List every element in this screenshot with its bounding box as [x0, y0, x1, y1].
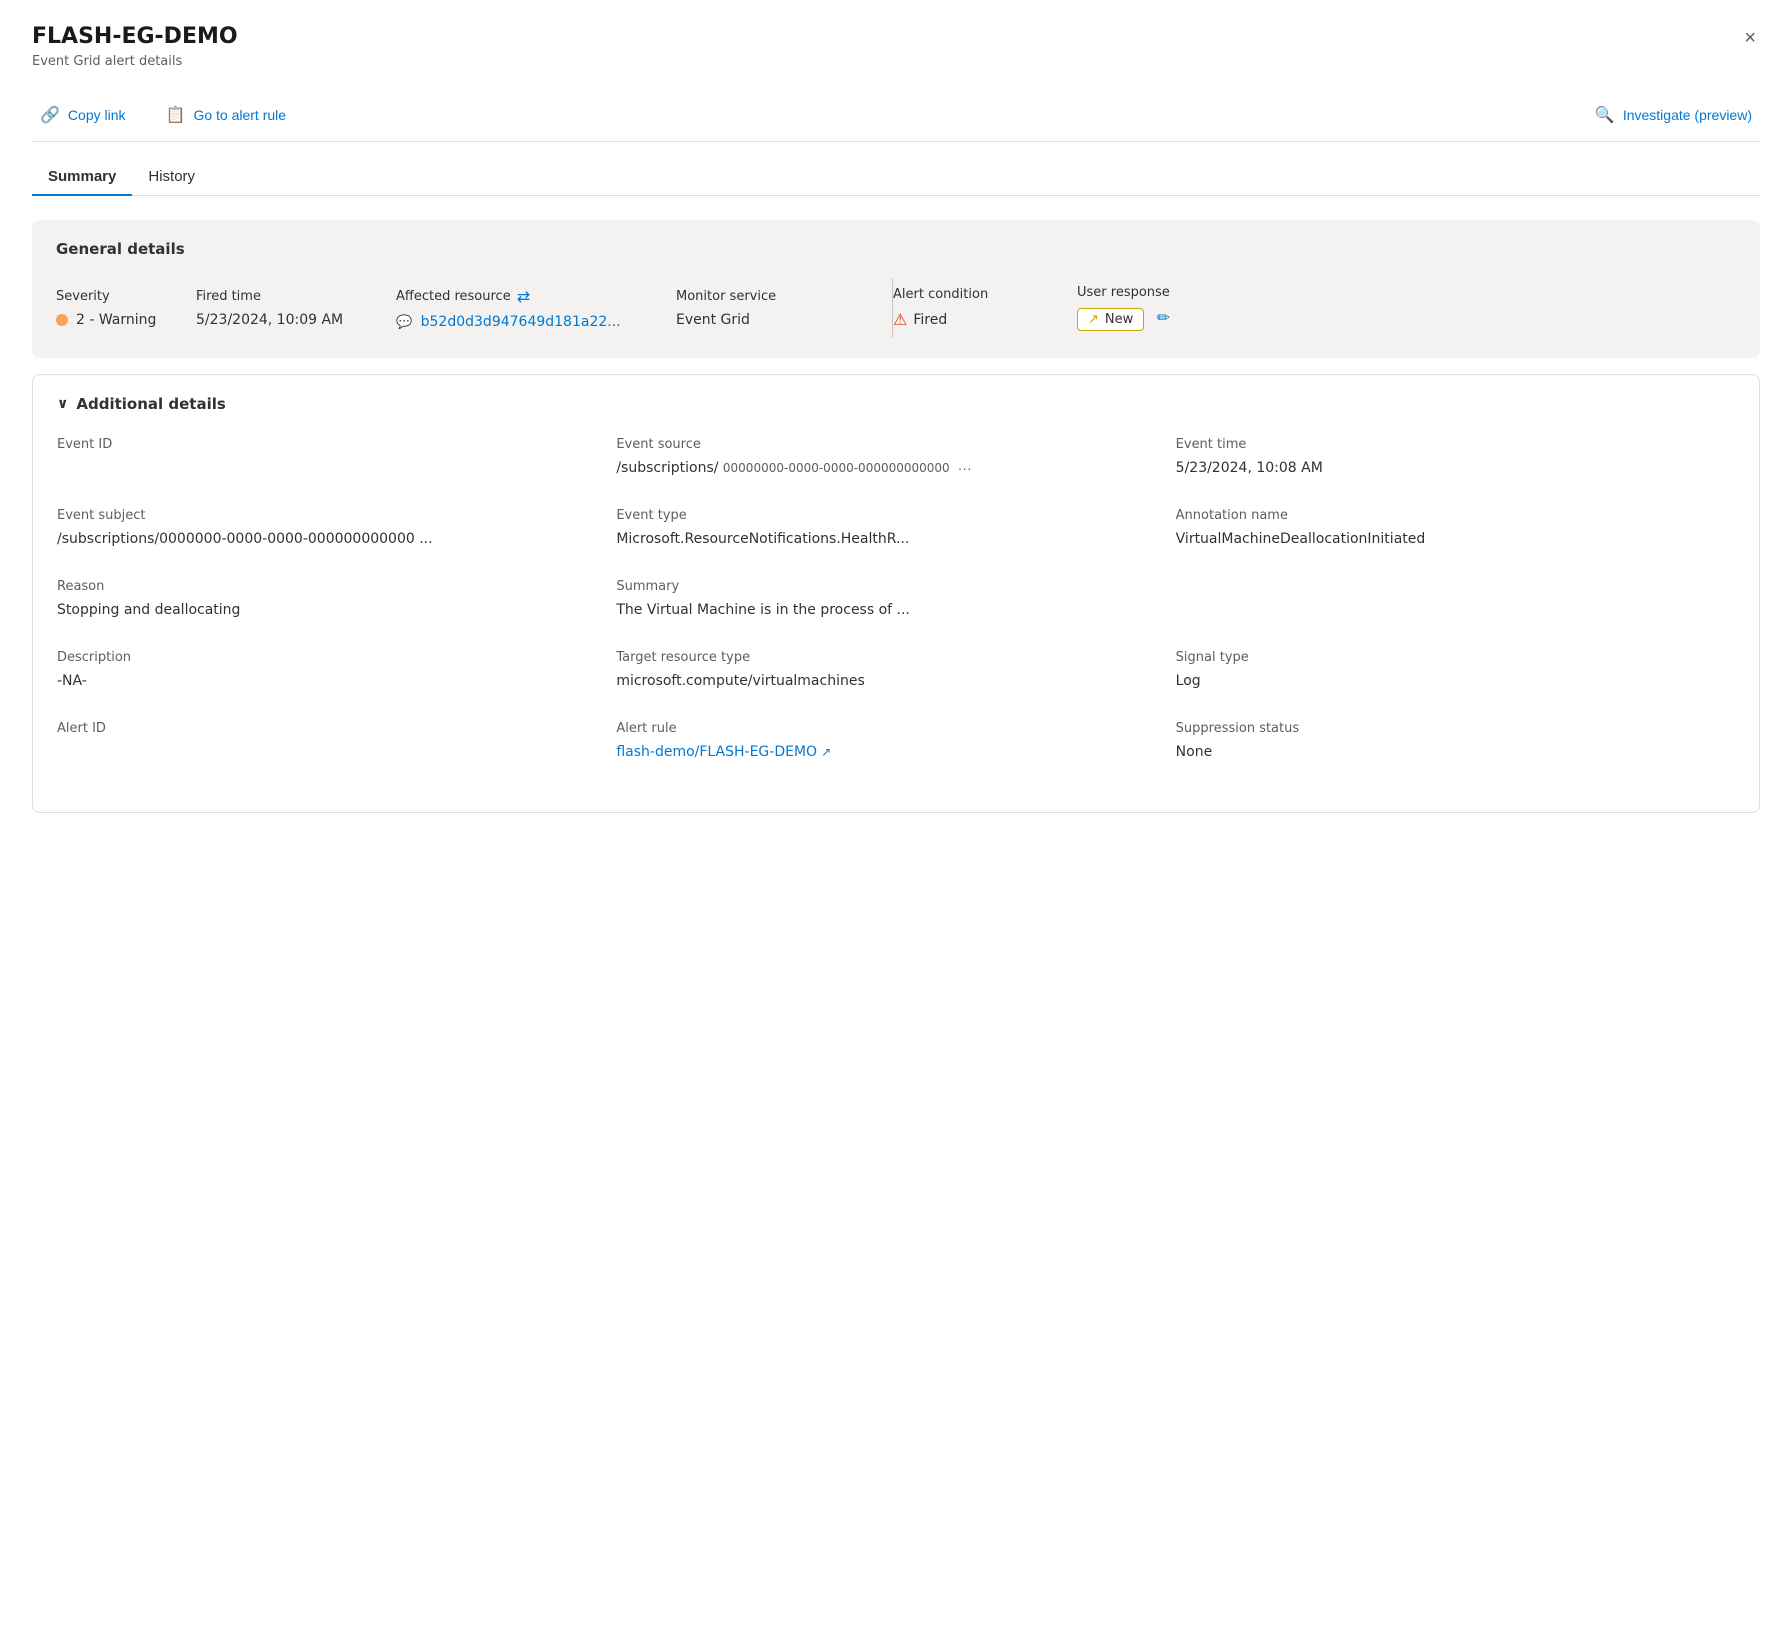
- goto-alert-rule-button[interactable]: 📋 Go to alert rule: [158, 101, 295, 129]
- alert-panel: FLASH-EG-DEMO Event Grid alert details ×…: [0, 0, 1792, 853]
- event-type-label: Event type: [616, 508, 1175, 523]
- panel-subtitle: Event Grid alert details: [32, 54, 238, 69]
- annotation-name-cell: Annotation name VirtualMachineDeallocati…: [1176, 508, 1735, 579]
- additional-details-title: Additional details: [76, 395, 225, 413]
- chevron-down-icon: ∨: [57, 396, 68, 412]
- description-value: -NA-: [57, 673, 616, 689]
- event-type-cell: Event type Microsoft.ResourceNotificatio…: [616, 508, 1175, 579]
- edit-user-response-button[interactable]: ✏: [1157, 308, 1170, 328]
- investigate-button[interactable]: 🔍 Investigate (preview): [1587, 101, 1760, 129]
- event-source-cell: Event source /subscriptions/ 00000000-00…: [616, 437, 1175, 508]
- copy-link-icon: 🔗: [40, 105, 60, 125]
- signal-type-value: Log: [1176, 673, 1735, 689]
- event-time-value: 5/23/2024, 10:08 AM: [1176, 460, 1735, 476]
- event-subject-label: Event subject: [57, 508, 616, 523]
- severity-label: Severity: [56, 289, 196, 304]
- alert-id-cell: Alert ID: [57, 721, 616, 792]
- event-id-cell: Event ID: [57, 437, 616, 508]
- additional-details-header[interactable]: ∨ Additional details: [57, 395, 1735, 413]
- severity-cell: Severity 2 - Warning: [56, 289, 196, 328]
- severity-dot-icon: [56, 314, 68, 326]
- event-subject-value: /subscriptions/0000000-0000-0000-0000000…: [57, 531, 616, 547]
- description-label: Description: [57, 650, 616, 665]
- toolbar-right: 🔍 Investigate (preview): [1587, 101, 1760, 129]
- goto-alert-rule-icon: 📋: [166, 105, 186, 125]
- alert-rule-value: flash-demo/FLASH-EG-DEMO ↗: [616, 744, 1175, 760]
- copy-link-label: Copy link: [68, 107, 126, 123]
- signal-type-cell: Signal type Log: [1176, 650, 1735, 721]
- user-response-cell: User response ↗ New ✏: [1077, 285, 1257, 331]
- affected-resource-icon: ⇄: [517, 287, 530, 306]
- event-type-value: Microsoft.ResourceNotifications.HealthR.…: [616, 531, 1175, 547]
- investigate-label: Investigate (preview): [1623, 107, 1752, 123]
- event-time-label: Event time: [1176, 437, 1735, 452]
- alert-condition-cell: Alert condition ⚠ Fired: [877, 287, 1077, 329]
- user-response-value: ↗ New ✏: [1077, 308, 1257, 331]
- event-source-label: Event source: [616, 437, 1175, 452]
- close-button[interactable]: ×: [1740, 24, 1760, 52]
- monitor-service-cell: Monitor service Event Grid: [676, 289, 876, 328]
- event-subject-cell: Event subject /subscriptions/0000000-000…: [57, 508, 616, 579]
- summary-value: The Virtual Machine is in the process of…: [616, 602, 1175, 618]
- affected-resource-cell: Affected resource ⇄ 💬 b52d0d3d947649d181…: [396, 287, 676, 330]
- toolbar: 🔗 Copy link 📋 Go to alert rule 🔍 Investi…: [32, 89, 1760, 142]
- summary-label: Summary: [616, 579, 1175, 594]
- annotation-name-value: VirtualMachineDeallocationInitiated: [1176, 531, 1735, 547]
- reason-cell: Reason Stopping and deallocating: [57, 579, 616, 650]
- description-cell: Description -NA-: [57, 650, 616, 721]
- monitor-service-label: Monitor service: [676, 289, 876, 304]
- event-source-value: /subscriptions/ 00000000-0000-0000-00000…: [616, 460, 1175, 476]
- new-badge-icon: ↗: [1088, 312, 1099, 327]
- summary-cell: Summary The Virtual Machine is in the pr…: [616, 579, 1175, 650]
- fired-time-cell: Fired time 5/23/2024, 10:09 AM: [196, 289, 396, 328]
- general-details-card: General details Severity 2 - Warning Fir…: [32, 220, 1760, 358]
- event-source-ellipsis-button[interactable]: ···: [954, 460, 976, 476]
- panel-header: FLASH-EG-DEMO Event Grid alert details ×: [32, 24, 1760, 69]
- target-resource-type-cell: Target resource type microsoft.compute/v…: [616, 650, 1175, 721]
- reason-value: Stopping and deallocating: [57, 602, 616, 618]
- event-id-label: Event ID: [57, 437, 616, 452]
- fired-warning-icon: ⚠: [893, 310, 907, 329]
- alert-rule-link[interactable]: flash-demo/FLASH-EG-DEMO ↗: [616, 744, 1175, 760]
- reason-label: Reason: [57, 579, 616, 594]
- tabs: Summary History: [32, 142, 1760, 196]
- alert-id-label: Alert ID: [57, 721, 616, 736]
- resource-type-icon: 💬: [396, 315, 412, 330]
- tab-summary[interactable]: Summary: [32, 158, 132, 195]
- panel-title-group: FLASH-EG-DEMO Event Grid alert details: [32, 24, 238, 69]
- tab-history[interactable]: History: [132, 158, 211, 195]
- affected-resource-label: Affected resource ⇄: [396, 287, 676, 306]
- signal-type-label: Signal type: [1176, 650, 1735, 665]
- target-resource-type-label: Target resource type: [616, 650, 1175, 665]
- copy-link-button[interactable]: 🔗 Copy link: [32, 101, 134, 129]
- suppression-status-label: Suppression status: [1176, 721, 1735, 736]
- event-time-cell: Event time 5/23/2024, 10:08 AM: [1176, 437, 1735, 508]
- fired-time-label: Fired time: [196, 289, 396, 304]
- additional-details-card: ∨ Additional details Event ID Event sour…: [32, 374, 1760, 813]
- alert-condition-value: ⚠ Fired: [893, 310, 1077, 329]
- investigate-icon: 🔍: [1595, 105, 1615, 125]
- general-details-grid: Severity 2 - Warning Fired time 5/23/202…: [56, 278, 1736, 338]
- external-link-icon: ↗: [821, 745, 831, 759]
- suppression-status-value: None: [1176, 744, 1735, 760]
- user-response-label: User response: [1077, 285, 1257, 300]
- alert-rule-cell: Alert rule flash-demo/FLASH-EG-DEMO ↗: [616, 721, 1175, 792]
- empty-cell-1: [1176, 579, 1735, 650]
- alert-condition-label: Alert condition: [893, 287, 1077, 302]
- affected-resource-value[interactable]: 💬 b52d0d3d947649d181a22...: [396, 314, 676, 330]
- severity-value: 2 - Warning: [56, 312, 196, 328]
- fired-time-value: 5/23/2024, 10:09 AM: [196, 312, 396, 328]
- goto-alert-rule-label: Go to alert rule: [193, 107, 286, 123]
- suppression-status-cell: Suppression status None: [1176, 721, 1735, 792]
- general-details-title: General details: [56, 240, 1736, 258]
- monitor-service-value: Event Grid: [676, 312, 876, 328]
- new-badge[interactable]: ↗ New: [1077, 308, 1144, 331]
- alert-rule-label: Alert rule: [616, 721, 1175, 736]
- additional-details-grid: Event ID Event source /subscriptions/ 00…: [57, 437, 1735, 792]
- target-resource-type-value: microsoft.compute/virtualmachines: [616, 673, 1175, 689]
- panel-title: FLASH-EG-DEMO: [32, 24, 238, 50]
- annotation-name-label: Annotation name: [1176, 508, 1735, 523]
